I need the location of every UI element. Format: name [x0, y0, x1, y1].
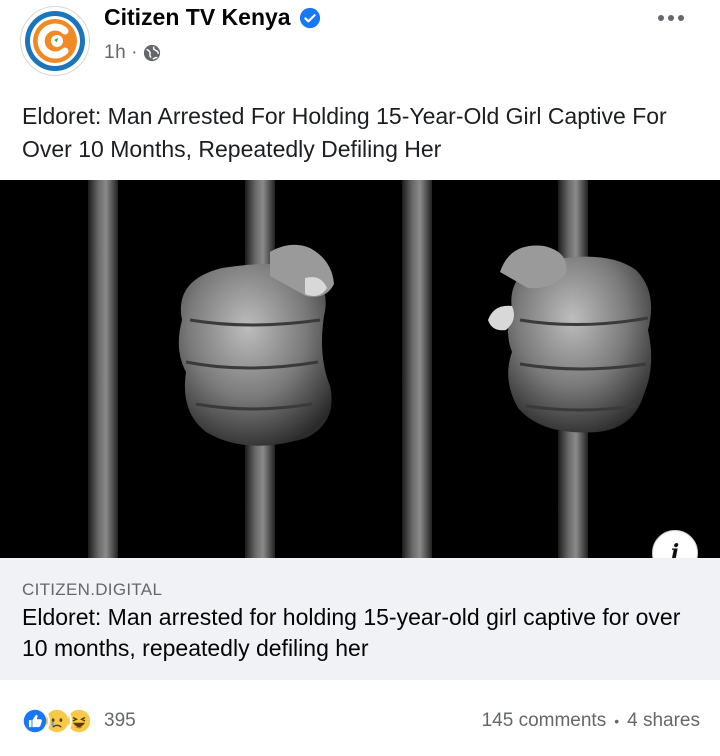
prison-bars-hands-image	[0, 180, 720, 558]
comments-count[interactable]: 145 comments	[482, 710, 607, 732]
shares-count[interactable]: 4 shares	[627, 710, 700, 732]
page-name-link[interactable]: Citizen TV Kenya	[104, 4, 321, 31]
page-name[interactable]: Citizen TV Kenya	[104, 4, 291, 31]
post-text: Eldoret: Man Arrested For Holding 15-Yea…	[22, 103, 667, 162]
link-domain: CITIZEN.DIGITAL	[22, 580, 163, 599]
engagement-stats: 145 comments • 4 shares	[482, 710, 700, 732]
post-footer: 395 145 comments • 4 shares	[0, 690, 720, 756]
post-timestamp[interactable]: 1h	[104, 42, 126, 64]
globe-icon[interactable]	[143, 44, 161, 62]
menu-dot	[658, 15, 664, 21]
reaction-count: 395	[104, 710, 136, 731]
post-header: Citizen TV Kenya 1h ·	[0, 0, 720, 84]
reactions-summary[interactable]: 395	[20, 706, 136, 736]
like-icon	[20, 706, 50, 736]
meta-separator: ·	[131, 42, 138, 63]
more-options-icon[interactable]	[658, 10, 688, 26]
menu-dot	[678, 15, 684, 21]
link-preview[interactable]: CITIZEN.DIGITAL Eldoret: Man arrested fo…	[0, 558, 720, 680]
post-meta: 1h ·	[104, 42, 161, 64]
stats-separator: •	[614, 713, 620, 729]
page-avatar[interactable]	[20, 6, 90, 76]
menu-dot	[668, 15, 674, 21]
post-image[interactable]	[0, 180, 720, 558]
verified-badge-icon	[299, 7, 320, 28]
citizen-tv-logo-icon	[25, 11, 85, 71]
link-title[interactable]: Eldoret: Man arrested for holding 15-yea…	[22, 602, 712, 664]
